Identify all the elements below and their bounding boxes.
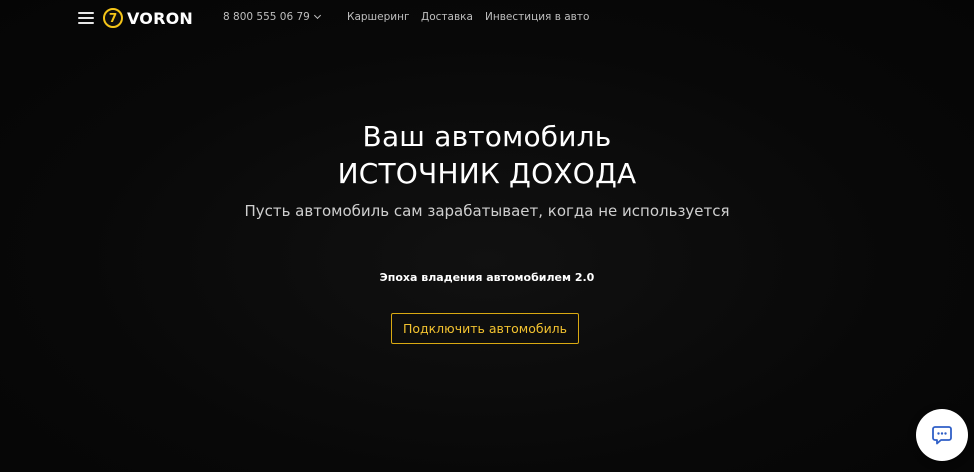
burger-line xyxy=(78,12,94,14)
chat-widget-button[interactable] xyxy=(916,409,968,461)
site-header: 7 VORON 8 800 555 06 79 Каршеринг Достав… xyxy=(0,0,974,36)
phone-dropdown[interactable]: 8 800 555 06 79 xyxy=(223,11,321,23)
chat-bubble-icon xyxy=(932,426,952,445)
hero-title-line2: ИСТОЧНИК ДОХОДА xyxy=(337,157,637,190)
burger-line xyxy=(78,22,94,24)
chevron-down-icon xyxy=(313,11,321,20)
voron-logo[interactable]: 7 VORON xyxy=(103,7,193,29)
epoch-tagline: Эпоха владения автомобилем 2.0 xyxy=(379,271,595,284)
burger-line xyxy=(78,17,94,19)
nav-link-car-investment[interactable]: Инвестиция в авто xyxy=(485,11,589,23)
hero-subtitle: Пусть автомобиль сам зарабатывает, когда… xyxy=(244,202,730,220)
hero-title-line1: Ваш автомобиль xyxy=(362,120,612,153)
page: 7 VORON 8 800 555 06 79 Каршеринг Достав… xyxy=(0,0,974,472)
logo-text: VORON xyxy=(127,8,194,28)
nav-link-carsharing[interactable]: Каршеринг xyxy=(347,11,410,23)
logo-mark-icon: 7 xyxy=(103,8,123,28)
connect-car-button[interactable]: Подключить автомобиль xyxy=(391,313,579,344)
nav-link-delivery[interactable]: Доставка xyxy=(421,11,473,23)
logo-mark-glyph: 7 xyxy=(108,11,118,25)
hamburger-menu-icon[interactable] xyxy=(78,11,94,25)
phone-number: 8 800 555 06 79 xyxy=(223,11,310,23)
